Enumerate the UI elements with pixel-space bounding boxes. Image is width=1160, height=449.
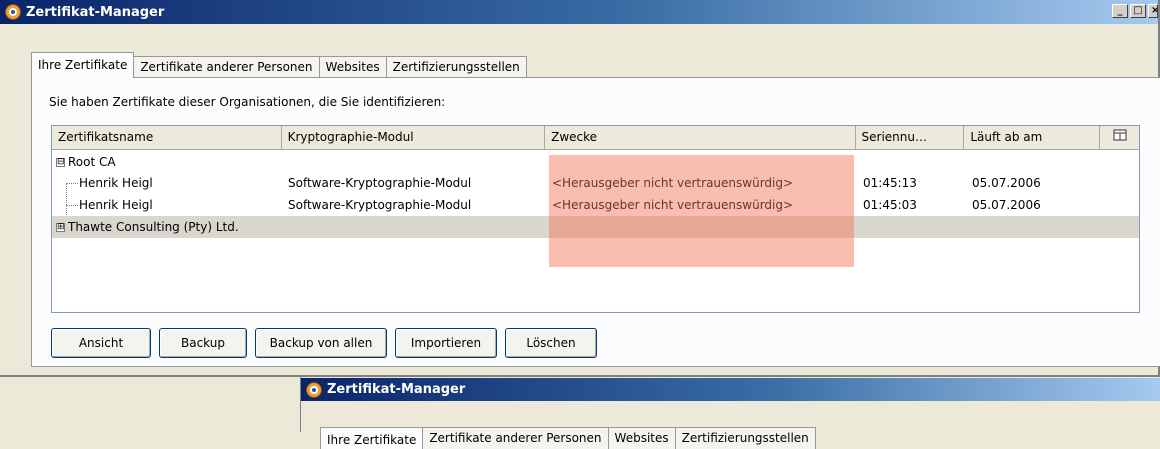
group-name: Root CA [68, 155, 116, 169]
column-header-expires[interactable]: Läuft ab am [964, 126, 1101, 150]
purpose-highlight-overlay [549, 155, 854, 267]
maximize-icon[interactable]: □ [1130, 4, 1146, 18]
tab-your-certificates[interactable]: Ihre Zertifikate [31, 52, 135, 78]
group-name: Thawte Consulting (Pty) Ltd. [68, 220, 239, 234]
view-button[interactable]: Ansicht [51, 328, 151, 358]
column-header-purpose[interactable]: Zwecke [545, 126, 856, 150]
backup-button[interactable]: Backup [159, 328, 247, 358]
tab-other-people[interactable]: Zertifikate anderer Personen [133, 56, 320, 78]
tab-strip: Ihre Zertifikate Zertifikate anderer Per… [31, 52, 527, 78]
tab-websites[interactable]: Websites [318, 56, 387, 78]
cert-module: Software-Kryptographie-Modul [288, 198, 472, 212]
delete-button[interactable]: Löschen [505, 328, 597, 358]
certificate-manager-window: Zertifikat-Manager _ □ × Ihre Zertifikat… [0, 0, 1160, 377]
column-header-name[interactable]: Zertifikatsname [52, 126, 282, 150]
minimize-icon[interactable]: _ [1112, 4, 1128, 18]
column-header-module[interactable]: Kryptographie-Modul [281, 126, 546, 150]
window-title: Zertifikat-Manager [26, 4, 165, 20]
certificate-manager-window-secondary: Zertifikat-Manager Ihre Zertifikate Zert… [300, 377, 1160, 449]
app-icon [5, 4, 21, 20]
table-header: Zertifikatsname Kryptographie-Modul Zwec… [52, 126, 1139, 150]
secondary-tab-authorities[interactable]: Zertifizierungsstellen [674, 427, 816, 449]
tree-connector [66, 183, 78, 184]
secondary-tab-websites[interactable]: Websites [607, 427, 676, 449]
cert-expires: 05.07.2006 [972, 198, 1041, 212]
title-bar[interactable]: Zertifikat-Manager _ □ × [0, 0, 1158, 24]
cert-expires: 05.07.2006 [972, 176, 1041, 190]
cert-name: Henrik Heigl [79, 198, 153, 212]
import-button[interactable]: Importieren [395, 328, 497, 358]
secondary-title-bar[interactable]: Zertifikat-Manager [301, 378, 1160, 401]
column-header-serial[interactable]: Seriennu… [855, 126, 965, 150]
description-text: Sie haben Zertifikate dieser Organisatio… [49, 95, 446, 109]
secondary-tab-other-people[interactable]: Zertifikate anderer Personen [422, 427, 609, 449]
secondary-window-title: Zertifikat-Manager [327, 382, 466, 397]
backup-all-button[interactable]: Backup von allen [255, 328, 387, 358]
tree-connector [66, 205, 78, 206]
cert-module: Software-Kryptographie-Modul [288, 176, 472, 190]
column-picker-icon[interactable] [1100, 126, 1139, 150]
secondary-tab-your-certificates[interactable]: Ihre Zertifikate [320, 427, 424, 449]
expand-icon[interactable]: ⊞ [56, 223, 65, 232]
close-icon[interactable]: × [1148, 4, 1158, 18]
cert-serial: 01:45:03 [863, 198, 917, 212]
cert-name: Henrik Heigl [79, 176, 153, 190]
cert-serial: 01:45:13 [863, 176, 917, 190]
app-icon [306, 381, 322, 398]
secondary-tab-strip: Ihre Zertifikate Zertifikate anderer Per… [320, 427, 816, 449]
tab-authorities[interactable]: Zertifizierungsstellen [385, 56, 527, 78]
collapse-icon[interactable]: ⊟ [56, 158, 65, 167]
